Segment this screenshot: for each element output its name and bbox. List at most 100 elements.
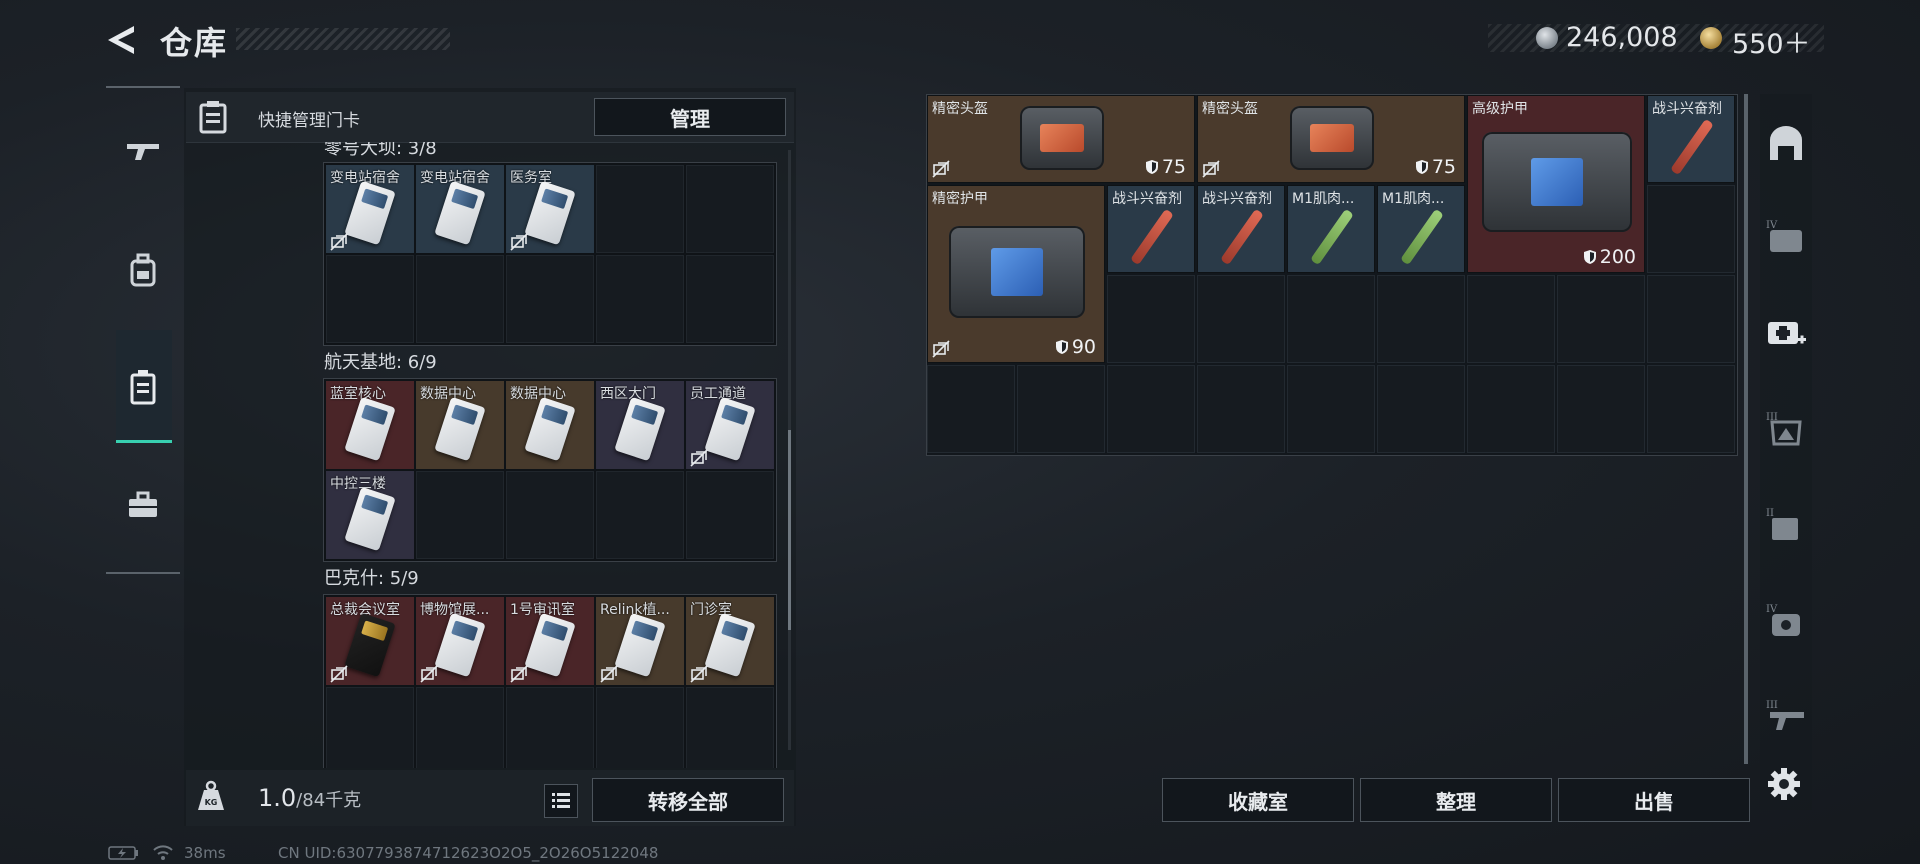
empty-slot[interactable] <box>506 255 594 343</box>
empty-slot[interactable] <box>686 471 774 559</box>
keycard-item[interactable]: 西区大门 <box>596 381 684 469</box>
keycard-item[interactable]: 门诊室 <box>686 597 774 685</box>
left-nav-toolbox[interactable] <box>116 470 170 540</box>
keycard-label: 西区大门 <box>600 386 656 402</box>
empty-slot[interactable] <box>1377 365 1465 453</box>
weight-max: /84千克 <box>296 790 362 811</box>
transfer-all-button[interactable]: 转移全部 <box>592 778 784 822</box>
empty-slot[interactable] <box>1557 275 1645 363</box>
empty-slot[interactable] <box>1017 365 1105 453</box>
empty-slot[interactable] <box>1647 275 1735 363</box>
helmet-image <box>1020 106 1104 170</box>
empty-slot[interactable] <box>506 687 594 768</box>
currency-gold-value[interactable]: 550＋ <box>1732 22 1811 61</box>
keycard-item[interactable]: 蓝室核心 <box>326 381 414 469</box>
empty-slot[interactable] <box>326 255 414 343</box>
left-nav-keycards[interactable] <box>116 352 170 422</box>
keycard-item[interactable]: 总裁会议室 <box>326 597 414 685</box>
collection-room-button[interactable]: 收藏室 <box>1162 778 1354 822</box>
keycard-item[interactable]: 变电站宿舍 <box>416 165 504 253</box>
empty-slot[interactable] <box>1467 365 1555 453</box>
keycard-item[interactable]: 中控三楼 <box>326 471 414 559</box>
no-trade-icon <box>690 449 708 467</box>
keycard-item[interactable]: 医务室 <box>506 165 594 253</box>
helmet-item[interactable]: 精密头盔 75 <box>927 95 1195 183</box>
keycard-scroll-thumb[interactable] <box>788 430 791 630</box>
empty-slot[interactable] <box>686 687 774 768</box>
stimulant-item[interactable]: 战斗兴奋剂 <box>1107 185 1195 273</box>
stimulant-item[interactable]: 战斗兴奋剂 <box>1197 185 1285 273</box>
sell-button[interactable]: 出售 <box>1558 778 1750 822</box>
item-name: 精密护甲 <box>932 191 988 207</box>
storage-grid[interactable]: 精密头盔 75 精密头盔 75 高级护甲 200 战斗兴奋剂 精密护甲 90 战斗兴奋剂 战斗兴奋剂… <box>926 94 1738 456</box>
empty-slot[interactable] <box>1287 365 1375 453</box>
keycard-image <box>524 612 576 678</box>
empty-slot[interactable] <box>1467 275 1555 363</box>
armor-value-text: 75 <box>1161 156 1186 178</box>
keycard-item[interactable]: 博物馆展... <box>416 597 504 685</box>
empty-slot[interactable] <box>1107 275 1195 363</box>
empty-slot[interactable] <box>1107 365 1195 453</box>
empty-slot[interactable] <box>596 471 684 559</box>
empty-slot[interactable] <box>506 471 594 559</box>
left-nav-backpack[interactable] <box>116 235 170 305</box>
keycard-label: 中控三楼 <box>330 476 386 492</box>
left-nav-weapons[interactable] <box>116 116 170 186</box>
empty-slot[interactable] <box>416 255 504 343</box>
keycard-item[interactable]: 数据中心 <box>506 381 594 469</box>
right-nav-armor-tier3[interactable]: III <box>1760 388 1812 468</box>
empty-slot[interactable] <box>596 687 684 768</box>
storage-scrollbar[interactable] <box>1744 94 1748 764</box>
stimulant-item[interactable]: M1肌肉... <box>1287 185 1375 273</box>
right-nav-vest-tier2[interactable]: II <box>1760 484 1812 564</box>
empty-slot[interactable] <box>416 471 504 559</box>
empty-slot[interactable] <box>416 687 504 768</box>
empty-slot[interactable] <box>1197 275 1285 363</box>
stimulant-item[interactable]: 战斗兴奋剂 <box>1647 95 1735 183</box>
empty-slot[interactable] <box>1647 365 1735 453</box>
empty-slot[interactable] <box>1287 275 1375 363</box>
settings-gear-icon[interactable] <box>1766 766 1802 802</box>
right-nav-helmet-tier4[interactable]: IV <box>1760 580 1812 660</box>
manage-button[interactable]: 管理 <box>594 98 786 136</box>
back-arrow-icon[interactable] <box>104 22 140 58</box>
empty-slot[interactable] <box>596 165 684 253</box>
keycard-grid-spacebase: 蓝室核心 数据中心 数据中心 西区大门 员工通道 中控三楼 <box>323 378 777 562</box>
right-nav-medical[interactable] <box>1760 292 1812 372</box>
keycard-scroll-area[interactable]: 零号大坝: 3/8 变电站宿舍 变电站宿舍 医务室 航天基地: 6/9 蓝室核心 数据… <box>184 142 784 768</box>
right-nav-bag-tier4[interactable]: IV <box>1760 196 1812 276</box>
armor-item[interactable]: 精密护甲 90 <box>927 185 1105 363</box>
list-icon[interactable] <box>544 784 578 818</box>
page-title: 仓库 <box>160 24 229 62</box>
empty-slot[interactable] <box>326 687 414 768</box>
keycard-item[interactable]: 数据中心 <box>416 381 504 469</box>
empty-slot[interactable] <box>1557 365 1645 453</box>
keycard-item[interactable]: 员工通道 <box>686 381 774 469</box>
keycard-item[interactable]: 变电站宿舍 <box>326 165 414 253</box>
keycard-item[interactable]: 1号审讯室 <box>506 597 594 685</box>
ping-readout: 38ms <box>184 844 226 862</box>
keycard-icon <box>199 101 227 134</box>
right-nav-weapon-tier3[interactable]: III <box>1760 676 1812 756</box>
empty-slot[interactable] <box>1197 365 1285 453</box>
svg-text:IV: IV <box>1766 220 1778 231</box>
keycard-item[interactable]: Relink植... <box>596 597 684 685</box>
empty-slot[interactable] <box>596 255 684 343</box>
empty-slot[interactable] <box>686 255 774 343</box>
item-name: M1肌肉... <box>1292 191 1355 207</box>
armor-value-text: 90 <box>1071 336 1096 358</box>
empty-slot[interactable] <box>1377 275 1465 363</box>
tier2-vest-icon: II <box>1766 508 1798 540</box>
right-nav-safe[interactable] <box>1760 104 1812 184</box>
sort-button[interactable]: 整理 <box>1360 778 1552 822</box>
no-trade-icon <box>690 665 708 683</box>
armor-item[interactable]: 高级护甲 200 <box>1467 95 1645 273</box>
helmet-item[interactable]: 精密头盔 75 <box>1197 95 1465 183</box>
keycard-label: 数据中心 <box>510 386 566 402</box>
item-name: 战斗兴奋剂 <box>1202 191 1272 207</box>
no-trade-icon <box>330 665 348 683</box>
empty-slot[interactable] <box>1647 185 1735 273</box>
stimulant-item[interactable]: M1肌肉... <box>1377 185 1465 273</box>
empty-slot[interactable] <box>686 165 774 253</box>
empty-slot[interactable] <box>927 365 1015 453</box>
